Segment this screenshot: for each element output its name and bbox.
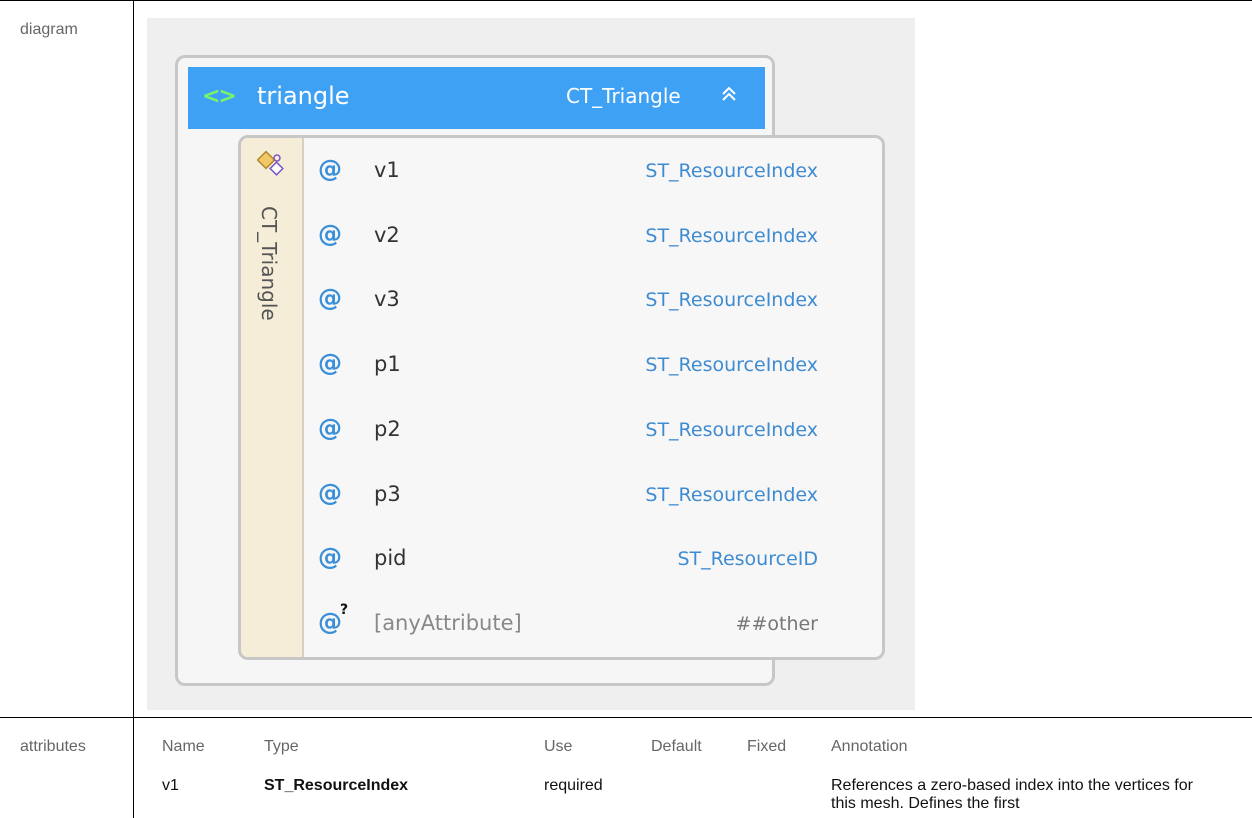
attribute-icon: @	[318, 413, 342, 442]
header-type: Type	[264, 738, 299, 755]
complex-type-box: CT_Triangle @ v1 ST_ResourceIndex @ v2 ST_Res…	[238, 135, 885, 660]
header-name: Name	[162, 738, 205, 755]
attribute-icon: @	[318, 284, 342, 313]
row-type-link[interactable]: ST_ResourceIndex	[264, 777, 408, 795]
attribute-row[interactable]: @ p1 ST_ResourceIndex	[304, 335, 882, 399]
element-name: triangle	[257, 82, 350, 110]
attribute-row[interactable]: @? [anyAttribute] ##other	[304, 594, 882, 657]
attribute-row[interactable]: @ v1 ST_ResourceIndex	[304, 141, 882, 205]
attribute-icon: @	[318, 349, 342, 378]
header-use: Use	[544, 738, 573, 755]
row-divider	[0, 717, 1252, 718]
diagram-row-label: diagram	[20, 21, 78, 38]
row-name: v1	[162, 777, 179, 794]
attribute-type[interactable]: ST_ResourceIndex	[645, 484, 818, 506]
attribute-name: v1	[374, 158, 400, 182]
attribute-row[interactable]: @ v2 ST_ResourceIndex	[304, 206, 882, 270]
attribute-icon: @	[318, 219, 342, 248]
collapse-button[interactable]	[716, 82, 742, 110]
attribute-name: v3	[374, 287, 400, 312]
attribute-name: v2	[374, 222, 400, 247]
row-use: required	[544, 777, 603, 794]
attribute-row[interactable]: @ p3 ST_ResourceIndex	[304, 465, 882, 529]
label-column-divider	[133, 0, 134, 818]
complex-type-icon	[257, 150, 284, 176]
attribute-name: p3	[374, 481, 401, 506]
table-top-border	[0, 0, 1252, 1]
attribute-name: pid	[374, 546, 407, 571]
attribute-type[interactable]: ST_ResourceIndex	[645, 289, 818, 311]
attribute-type[interactable]: ST_ResourceID	[677, 548, 818, 570]
attribute-name: p2	[374, 416, 401, 441]
attribute-type: ##other	[735, 612, 818, 635]
attribute-type[interactable]: ST_ResourceIndex	[645, 354, 818, 376]
any-attribute-icon: @	[318, 607, 342, 636]
element-type[interactable]: CT_Triangle	[566, 84, 681, 108]
attribute-icon: @	[318, 478, 342, 507]
row-annotation: References a zero-based index into the v…	[831, 777, 1193, 812]
documentation-table: diagram attributes <> triangle CT_Triang…	[0, 0, 1252, 818]
attributes-row-label: attributes	[20, 738, 86, 755]
attribute-type[interactable]: ST_ResourceIndex	[645, 225, 818, 247]
header-annotation: Annotation	[831, 738, 908, 755]
attribute-row[interactable]: @ pid ST_ResourceID	[304, 529, 882, 593]
attribute-icon: @	[318, 543, 342, 572]
header-fixed: Fixed	[747, 738, 787, 755]
header-default: Default	[651, 738, 702, 755]
attribute-name: [anyAttribute]	[374, 610, 522, 635]
question-mark-icon: ?	[340, 601, 349, 618]
attribute-icon: @	[318, 155, 342, 183]
attribute-row[interactable]: @ v3 ST_ResourceIndex	[304, 270, 882, 334]
complex-type-strip[interactable]: CT_Triangle	[241, 138, 304, 657]
complex-type-name: CT_Triangle	[257, 206, 281, 321]
attribute-type[interactable]: ST_ResourceIndex	[645, 419, 818, 441]
element-brackets-icon: <>	[202, 84, 237, 109]
attribute-type[interactable]: ST_ResourceIndex	[645, 160, 818, 182]
attribute-row[interactable]: @ p2 ST_ResourceIndex	[304, 400, 882, 464]
double-chevron-up-icon	[722, 86, 736, 101]
attribute-name: p1	[374, 352, 401, 377]
